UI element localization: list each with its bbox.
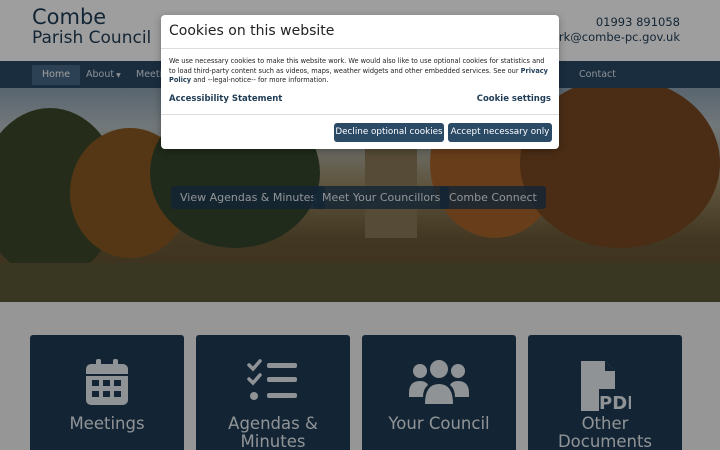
decline-optional-cookies-button[interactable]: Decline optional cookies (334, 123, 444, 142)
cookie-modal: Cookies on this website We use necessary… (161, 15, 559, 149)
cookie-description: We use necessary cookies to make this we… (169, 57, 551, 86)
cookie-text: We use necessary cookies to make this we… (169, 57, 545, 75)
cookie-text-end: and --legal-notice-- for more informatio… (191, 76, 329, 84)
modal-title: Cookies on this website (169, 23, 335, 39)
divider (161, 48, 559, 49)
cookie-settings-link[interactable]: Cookie settings (477, 94, 551, 104)
accept-necessary-button[interactable]: Accept necessary only (448, 123, 552, 142)
accessibility-statement-link[interactable]: Accessibility Statement (169, 94, 282, 104)
divider (161, 114, 559, 115)
